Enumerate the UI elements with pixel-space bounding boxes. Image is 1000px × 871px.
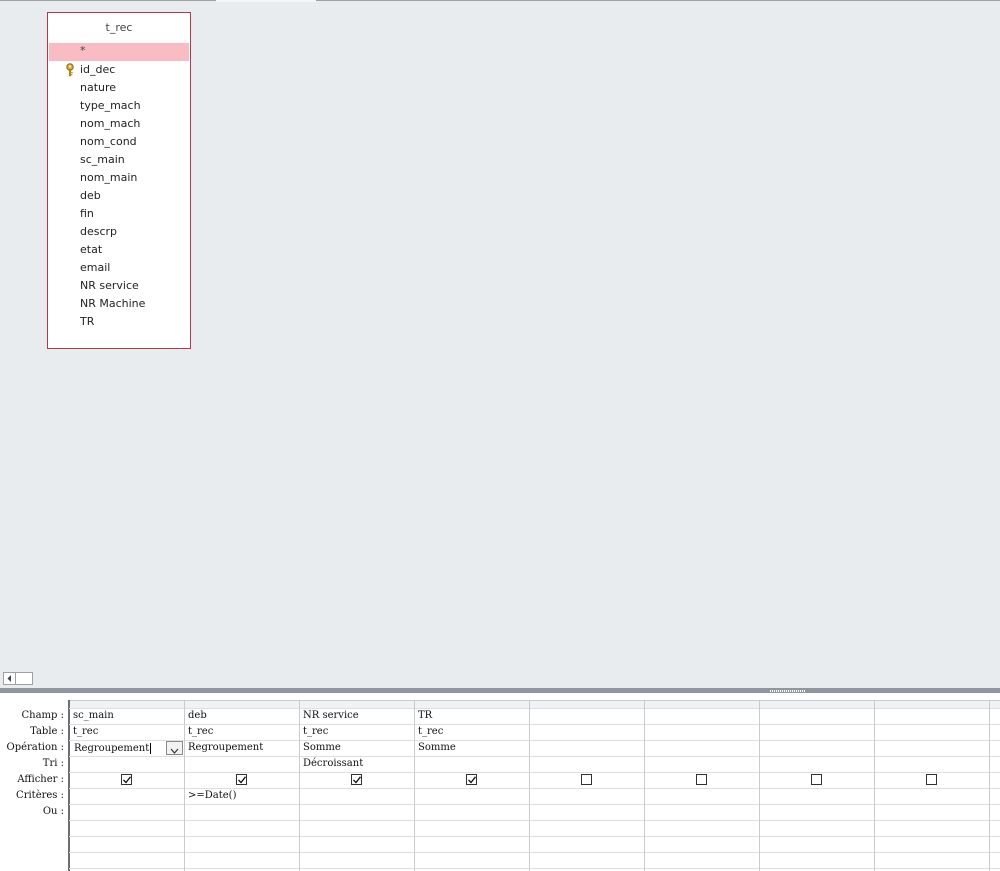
field-fin[interactable]: fin bbox=[49, 205, 189, 223]
cell-tri-1[interactable] bbox=[69, 756, 183, 772]
splitter-grip[interactable] bbox=[770, 690, 805, 692]
checkbox-afficher-1[interactable] bbox=[121, 774, 132, 785]
cell-operation-3[interactable]: Somme bbox=[299, 740, 413, 756]
grid-column-divider[interactable] bbox=[529, 700, 530, 871]
cell-criteres-1[interactable] bbox=[69, 788, 183, 804]
grid-column-divider[interactable] bbox=[989, 700, 990, 871]
field-nr-machine[interactable]: NR Machine bbox=[49, 295, 189, 313]
field-email[interactable]: email bbox=[49, 259, 189, 277]
field-nom_cond[interactable]: nom_cond bbox=[49, 133, 189, 151]
label-champ: Champ : bbox=[21, 710, 65, 721]
field-sc_main[interactable]: sc_main bbox=[49, 151, 189, 169]
grid-column-divider[interactable] bbox=[759, 700, 760, 871]
cell-table-1[interactable]: t_rec bbox=[69, 724, 183, 740]
horizontal-scrollbar[interactable] bbox=[0, 670, 1000, 687]
grid-line bbox=[69, 868, 1000, 869]
cell-operation-2[interactable]: Regroupement bbox=[184, 740, 298, 756]
checkbox-afficher-7[interactable] bbox=[811, 774, 822, 785]
cell-tri-2[interactable] bbox=[184, 756, 298, 772]
cell-tri-4[interactable] bbox=[414, 756, 528, 772]
cell-champ-3[interactable]: NR service bbox=[299, 708, 413, 724]
cell-criteres-2[interactable]: >=Date() bbox=[184, 788, 298, 804]
cell-champ-4[interactable]: TR bbox=[414, 708, 528, 724]
checkbox-afficher-3[interactable] bbox=[351, 774, 362, 785]
cell-tri-3[interactable]: Décroissant bbox=[299, 756, 413, 772]
field-etat[interactable]: etat bbox=[49, 241, 189, 259]
scrollbar-thumb[interactable] bbox=[16, 672, 33, 685]
cell-table-4[interactable]: t_rec bbox=[414, 724, 528, 740]
field-type_mach[interactable]: type_mach bbox=[49, 97, 189, 115]
field-nr-service[interactable]: NR service bbox=[49, 277, 189, 295]
cell-criteres-4[interactable] bbox=[414, 788, 528, 804]
cell-table-3[interactable]: t_rec bbox=[299, 724, 413, 740]
grid-row-labels: Champ : Table : Opération : Tri : Affich… bbox=[0, 700, 68, 820]
field-list: * id_dec nature type_mach nom_mach nom_c… bbox=[49, 43, 189, 331]
label-table: Table : bbox=[30, 726, 64, 737]
field-all-star[interactable]: * bbox=[49, 43, 189, 61]
cell-champ-1[interactable]: sc_main bbox=[69, 708, 183, 724]
grid-column-divider[interactable] bbox=[874, 700, 875, 871]
table-field-list-t_rec[interactable]: t_rec * id_dec nature type_mach nom_mach… bbox=[47, 12, 191, 349]
label-criteres: Critères : bbox=[16, 790, 64, 801]
checkbox-afficher-5[interactable] bbox=[581, 774, 592, 785]
grid-line bbox=[69, 772, 1000, 773]
field-nom_mach[interactable]: nom_mach bbox=[49, 115, 189, 133]
field-nom_main[interactable]: nom_main bbox=[49, 169, 189, 187]
cell-operation-4[interactable]: Somme bbox=[414, 740, 528, 756]
chevron-left-icon[interactable] bbox=[3, 672, 16, 685]
grid-column-divider[interactable] bbox=[644, 700, 645, 871]
label-ou: Ou : bbox=[42, 806, 64, 817]
table-title[interactable]: t_rec bbox=[48, 21, 190, 34]
grid-line bbox=[69, 820, 1000, 821]
chevron-down-icon[interactable] bbox=[166, 741, 183, 755]
field-label: id_dec bbox=[80, 63, 116, 76]
cell-criteres-3[interactable] bbox=[299, 788, 413, 804]
key-icon bbox=[66, 63, 74, 77]
checkbox-afficher-4[interactable] bbox=[466, 774, 477, 785]
field-id_dec[interactable]: id_dec bbox=[49, 61, 189, 79]
checkbox-afficher-6[interactable] bbox=[696, 774, 707, 785]
grid-line bbox=[69, 852, 1000, 853]
field-tr[interactable]: TR bbox=[49, 313, 189, 331]
cell-table-2[interactable]: t_rec bbox=[184, 724, 298, 740]
label-operation: Opération : bbox=[6, 742, 65, 753]
field-deb[interactable]: deb bbox=[49, 187, 189, 205]
window-top-border bbox=[0, 0, 1000, 1]
label-afficher: Afficher : bbox=[17, 774, 64, 785]
checkbox-afficher-8[interactable] bbox=[926, 774, 937, 785]
checkbox-afficher-2[interactable] bbox=[236, 774, 247, 785]
label-tri: Tri : bbox=[42, 758, 64, 769]
operation-value: Regroupement bbox=[74, 743, 150, 754]
field-nature[interactable]: nature bbox=[49, 79, 189, 97]
cell-champ-2[interactable]: deb bbox=[184, 708, 298, 724]
grid-line bbox=[69, 804, 1000, 805]
text-cursor bbox=[150, 743, 152, 754]
field-descrp[interactable]: descrp bbox=[49, 223, 189, 241]
grid-line bbox=[69, 836, 1000, 837]
document-tab[interactable] bbox=[216, 0, 316, 2]
